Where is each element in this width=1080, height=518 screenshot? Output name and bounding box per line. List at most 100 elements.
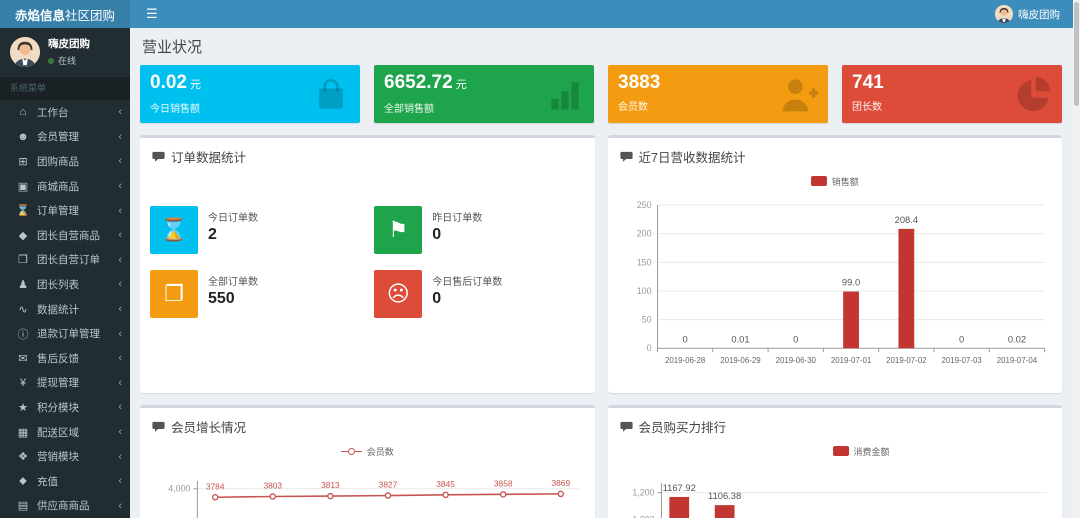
pie-chart-icon xyxy=(1012,73,1054,120)
sidebar-item-label: 充值 xyxy=(37,474,118,489)
sidebar-item-15[interactable]: ⬥充值‹ xyxy=(0,469,130,494)
order-tile-label: 昨日订单数 xyxy=(432,209,482,224)
chart-legend[interactable]: 消费金额 xyxy=(618,442,1053,460)
chart-legend[interactable]: 销售额 xyxy=(618,172,1053,190)
sidebar-item-10[interactable]: ✉售后反馈‹ xyxy=(0,346,130,371)
order-tile-text: 全部订单数550 xyxy=(208,270,258,308)
legend-label: 销售额 xyxy=(832,175,859,188)
mall-goods-icon: ▣ xyxy=(15,180,31,193)
order-stats-panel: 订单数据统计 ⌛今日订单数2⚑昨日订单数0❐全部订单数550☹今日售后订单数0 xyxy=(140,135,595,393)
user-avatar xyxy=(995,5,1013,23)
hourglass-icon: ⌛ xyxy=(150,206,198,254)
svg-text:3827: 3827 xyxy=(379,480,398,490)
leader-goods-icon: ◆ xyxy=(15,229,31,242)
sidebar-user-name: 嗨皮团购 xyxy=(48,36,90,51)
svg-text:2019-07-04: 2019-07-04 xyxy=(996,356,1037,365)
svg-text:3813: 3813 xyxy=(321,480,340,490)
sidebar-user-panel: 嗨皮团购 在线 xyxy=(0,28,130,77)
order-tile-text: 昨日订单数0 xyxy=(432,206,482,244)
sidebar-item-label: 团长列表 xyxy=(37,277,118,292)
sidebar-item-label: 积分模块 xyxy=(37,400,118,415)
chevron-left-icon: ‹ xyxy=(118,155,122,167)
sidebar-item-label: 商城商品 xyxy=(37,179,118,194)
svg-text:3858: 3858 xyxy=(494,478,513,488)
groupbuy-goods-icon: ⊞ xyxy=(15,155,31,168)
chart-legend[interactable]: 会员数 xyxy=(150,442,585,460)
frown-icon: ☹ xyxy=(374,270,422,318)
sidebar-toggle-icon[interactable]: ☰ xyxy=(140,6,164,22)
svg-text:2019-06-29: 2019-06-29 xyxy=(720,356,761,365)
svg-text:0: 0 xyxy=(646,343,651,353)
app-logo[interactable]: 赤焰信息社区团购 xyxy=(0,0,130,28)
svg-text:3803: 3803 xyxy=(263,481,282,491)
comment-icon xyxy=(152,421,165,433)
delivery-area-icon: ▦ xyxy=(15,426,31,439)
order-stats-panel-header: 订单数据统计 xyxy=(140,138,595,172)
sidebar-item-label: 工作台 xyxy=(37,105,118,120)
app-logo-bold: 赤焰信息 xyxy=(15,5,65,24)
sidebar-item-9[interactable]: ⓘ退款订单管理‹ xyxy=(0,321,130,346)
sidebar-item-7[interactable]: ♟团长列表‹ xyxy=(0,272,130,297)
sidebar-item-12[interactable]: ★积分模块‹ xyxy=(0,395,130,420)
chevron-left-icon: ‹ xyxy=(118,278,122,290)
user-plus-icon xyxy=(778,73,820,120)
chevron-left-icon: ‹ xyxy=(118,377,122,389)
sidebar-item-0[interactable]: ⌂工作台‹ xyxy=(0,100,130,125)
sidebar-item-label: 供应商商品 xyxy=(37,498,118,513)
svg-text:0: 0 xyxy=(793,334,798,344)
svg-text:1106.38: 1106.38 xyxy=(708,491,741,501)
svg-text:0.02: 0.02 xyxy=(1007,334,1025,344)
flag-icon: ⚑ xyxy=(374,206,422,254)
svg-text:0: 0 xyxy=(959,334,964,344)
sidebar-menu: ⌂工作台‹☻会员管理‹⊞团购商品‹▣商城商品‹⌛订单管理‹◆团长自营商品‹❐团长… xyxy=(0,100,130,518)
order-tile-value: 0 xyxy=(432,290,502,308)
sidebar-item-6[interactable]: ❐团长自营订单‹ xyxy=(0,248,130,273)
sidebar-item-label: 团长自营订单 xyxy=(37,252,118,267)
statistics-icon: ∿ xyxy=(15,303,31,316)
svg-text:200: 200 xyxy=(636,229,651,239)
topbar-user-name: 嗨皮团购 xyxy=(1018,7,1060,22)
sidebar-item-4[interactable]: ⌛ 订单管理‹ xyxy=(0,198,130,223)
leader-orders-icon: ❐ xyxy=(15,253,31,266)
svg-text:1,000: 1,000 xyxy=(632,514,654,518)
svg-text:3845: 3845 xyxy=(436,479,455,489)
sidebar-item-1[interactable]: ☻ 会员管理‹ xyxy=(0,125,130,150)
order-tile-3: ☹今日售后订单数0 xyxy=(374,270,580,318)
svg-text:0: 0 xyxy=(682,334,687,344)
top-navbar: 赤焰信息社区团购 ☰ 嗨皮团购 xyxy=(0,0,1080,28)
sidebar-item-3[interactable]: ▣商城商品‹ xyxy=(0,174,130,199)
members-icon: ☻ xyxy=(15,131,31,143)
svg-text:208.4: 208.4 xyxy=(894,215,917,225)
sidebar-item-13[interactable]: ▦配送区域‹ xyxy=(0,420,130,445)
comment-icon xyxy=(620,421,633,433)
orders-icon: ⌛ xyxy=(15,204,31,217)
sidebar-item-label: 售后反馈 xyxy=(37,351,118,366)
purchase-power-panel-header: 会员购买力排行 xyxy=(608,408,1063,442)
revenue-chart-panel: 近7日营收数据统计 销售额25020015010050002019-06-280… xyxy=(608,135,1063,393)
recharge-icon: ⬥ xyxy=(15,475,31,488)
sidebar-item-label: 会员管理 xyxy=(37,129,118,144)
stat-card-row: 0.02元今日销售额6652.72元全部销售额3883会员数741团长数 xyxy=(140,65,1062,123)
legend-swatch xyxy=(811,176,827,186)
chevron-left-icon: ‹ xyxy=(118,131,122,143)
sidebar-item-5[interactable]: ◆团长自营商品‹ xyxy=(0,223,130,248)
legend-label: 会员数 xyxy=(367,445,394,458)
chevron-left-icon: ‹ xyxy=(118,205,122,217)
order-tile-label: 今日订单数 xyxy=(208,209,258,224)
sidebar-item-label: 配送区域 xyxy=(37,425,118,440)
stat-card-unit: 元 xyxy=(190,79,201,91)
chevron-left-icon: ‹ xyxy=(118,500,122,512)
sidebar-item-14[interactable]: ❖营销模块‹ xyxy=(0,444,130,469)
legend-swatch xyxy=(833,446,849,456)
svg-text:100: 100 xyxy=(636,286,651,296)
sidebar-item-11[interactable]: ¥提现管理‹ xyxy=(0,371,130,396)
sidebar-item-16[interactable]: ▤供应商商品‹ xyxy=(0,494,130,518)
user-menu[interactable]: 嗨皮团购 xyxy=(995,5,1060,23)
member-growth-line-chart: 会员数4,0003,000378438033813382738453858386… xyxy=(140,442,595,518)
app-logo-light: 社区团购 xyxy=(65,5,115,24)
sidebar-item-2[interactable]: ⊞团购商品‹ xyxy=(0,149,130,174)
sidebar-item-8[interactable]: ∿数据统计‹ xyxy=(0,297,130,322)
sidebar-item-label: 订单管理 xyxy=(37,203,118,218)
order-tile-value: 550 xyxy=(208,290,258,308)
page-scrollbar-thumb[interactable] xyxy=(1074,2,1079,106)
